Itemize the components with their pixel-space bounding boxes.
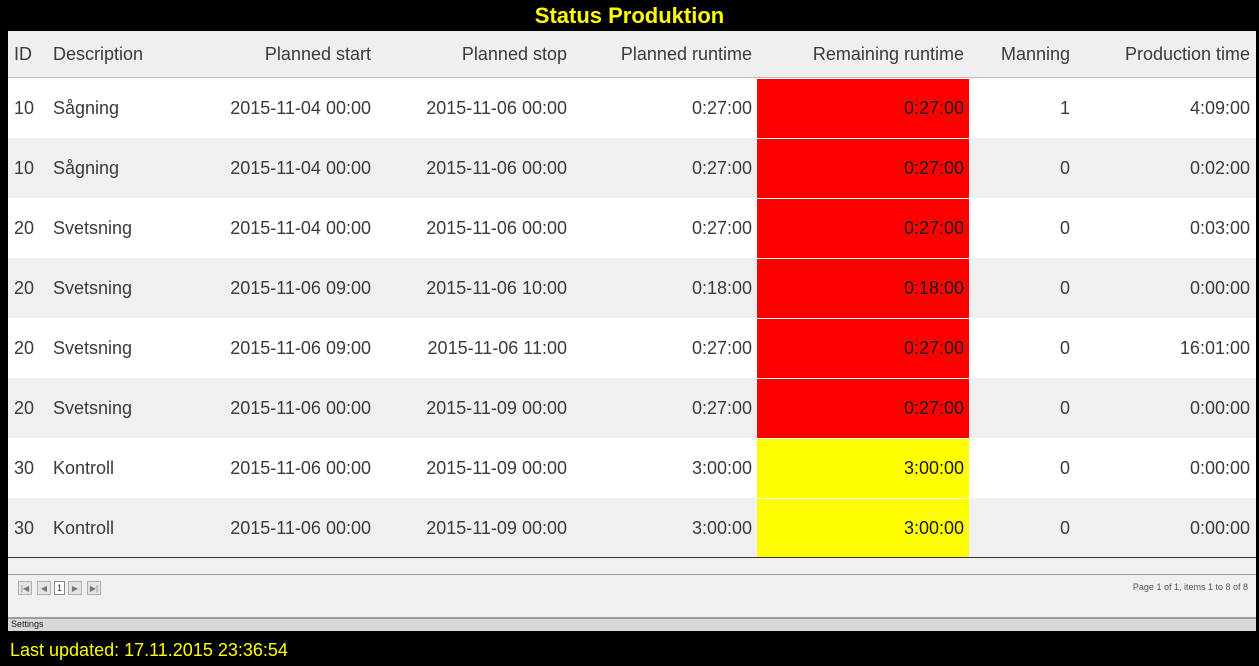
cell-planned-start: 2015-11-06 00:00 — [230, 457, 371, 478]
cell-production-time: 0:00:00 — [1189, 457, 1250, 478]
last-updated: Last updated: 17.11.2015 23:36:54 — [10, 640, 288, 660]
cell-production-time: 0:00:00 — [1189, 517, 1250, 538]
cell-description: Kontroll — [53, 517, 115, 538]
cell-planned-start: 2015-11-04 00:00 — [230, 217, 371, 238]
prev-page-icon[interactable]: ◀ — [37, 581, 51, 595]
cell-planned-stop: 2015-11-06 00:00 — [426, 157, 567, 178]
header-planned-stop[interactable]: Planned stop — [388, 31, 567, 77]
cell-manning: 0 — [1059, 457, 1070, 478]
table-row[interactable]: 20 Svetsning 2015-11-06 09:00 2015-11-06 10… — [8, 258, 1256, 318]
cell-remaining-runtime: 0:27:00 — [757, 198, 969, 258]
cell-production-time: 4:09:00 — [1189, 97, 1250, 118]
cell-manning: 0 — [1059, 337, 1070, 358]
last-page-icon[interactable]: ▶| — [87, 581, 101, 595]
cell-production-time: 0:00:00 — [1189, 397, 1250, 418]
cell-manning: 0 — [1059, 277, 1070, 298]
cell-id: 20 — [14, 337, 35, 358]
header-remaining-runtime[interactable]: Remaining runtime — [757, 31, 969, 77]
table-row[interactable]: 30 Kontroll 2015-11-06 00:00 2015-11-09 00:… — [8, 498, 1256, 558]
grid-header: ID Description Planned start Planned sto… — [8, 31, 1256, 78]
cell-id: 30 — [14, 517, 35, 538]
cell-description: Svetsning — [53, 337, 133, 358]
cell-production-time: 0:03:00 — [1189, 217, 1250, 238]
cell-id: 10 — [14, 97, 35, 118]
cell-remaining-runtime: 0:27:00 — [757, 318, 969, 378]
cell-production-time: 16:01:00 — [1179, 337, 1250, 358]
table-row[interactable]: 20 Svetsning 2015-11-04 00:00 2015-11-06 00… — [8, 198, 1256, 258]
production-grid: ID Description Planned start Planned sto… — [8, 31, 1256, 631]
cell-planned-runtime: 0:27:00 — [691, 337, 752, 358]
header-id[interactable]: ID — [14, 31, 44, 77]
cell-planned-runtime: 3:00:00 — [691, 457, 752, 478]
cell-planned-runtime: 3:00:00 — [691, 517, 752, 538]
cell-production-time: 0:02:00 — [1189, 157, 1250, 178]
cell-production-time: 0:00:00 — [1189, 277, 1250, 298]
cell-id: 20 — [14, 397, 35, 418]
table-row[interactable]: 30 Kontroll 2015-11-06 00:00 2015-11-09 00:… — [8, 438, 1256, 498]
cell-remaining-runtime: 3:00:00 — [757, 498, 969, 558]
settings-bar[interactable]: Settings — [8, 618, 1256, 631]
header-planned-start[interactable]: Planned start — [208, 31, 371, 77]
cell-manning: 0 — [1059, 517, 1070, 538]
cell-id: 20 — [14, 277, 35, 298]
first-page-icon[interactable]: |◀ — [18, 581, 32, 595]
header-manning[interactable]: Manning — [968, 31, 1070, 77]
cell-manning: 0 — [1059, 217, 1070, 238]
cell-planned-stop: 2015-11-09 00:00 — [426, 397, 567, 418]
cell-planned-stop: 2015-11-06 00:00 — [426, 97, 567, 118]
next-page-icon[interactable]: ▶ — [68, 581, 82, 595]
cell-id: 10 — [14, 157, 35, 178]
cell-planned-runtime: 0:27:00 — [691, 397, 752, 418]
table-row[interactable]: 20 Svetsning 2015-11-06 00:00 2015-11-09 00… — [8, 378, 1256, 438]
cell-description: Svetsning — [53, 397, 133, 418]
cell-planned-runtime: 0:27:00 — [691, 97, 752, 118]
cell-planned-stop: 2015-11-06 10:00 — [426, 277, 567, 298]
cell-description: Svetsning — [53, 277, 133, 298]
header-description[interactable]: Description — [53, 31, 213, 77]
cell-description: Sågning — [53, 97, 120, 118]
cell-remaining-runtime: 3:00:00 — [757, 438, 969, 498]
current-page[interactable]: 1 — [54, 581, 65, 595]
cell-description: Kontroll — [53, 457, 115, 478]
cell-description: Svetsning — [53, 217, 133, 238]
cell-planned-stop: 2015-11-06 00:00 — [426, 217, 567, 238]
cell-planned-stop: 2015-11-06 11:00 — [427, 337, 567, 358]
cell-remaining-runtime: 0:27:00 — [757, 138, 969, 198]
cell-manning: 0 — [1059, 157, 1070, 178]
cell-id: 20 — [14, 217, 35, 238]
page-title: Status Produktion — [0, 0, 1259, 31]
cell-remaining-runtime: 0:18:00 — [757, 258, 969, 318]
cell-manning: 1 — [1059, 97, 1070, 118]
pager: |◀ ◀ 1 ▶ ▶| Page 1 of 1, items 1 to 8 of… — [8, 575, 1256, 618]
cell-planned-start: 2015-11-06 00:00 — [230, 517, 371, 538]
cell-planned-stop: 2015-11-09 00:00 — [426, 517, 567, 538]
cell-planned-start: 2015-11-04 00:00 — [230, 97, 371, 118]
cell-remaining-runtime: 0:27:00 — [757, 378, 969, 438]
cell-planned-start: 2015-11-04 00:00 — [230, 157, 371, 178]
cell-description: Sågning — [53, 157, 120, 178]
cell-planned-runtime: 0:27:00 — [691, 157, 752, 178]
pager-info: Page 1 of 1, items 1 to 8 of 8 — [1132, 582, 1248, 592]
header-planned-runtime[interactable]: Planned runtime — [583, 31, 752, 77]
table-row[interactable]: 10 Sågning 2015-11-04 00:00 2015-11-06 00:0… — [8, 138, 1256, 198]
cell-manning: 0 — [1059, 397, 1070, 418]
cell-remaining-runtime: 0:27:00 — [757, 78, 969, 138]
table-row[interactable]: 20 Svetsning 2015-11-06 09:00 2015-11-06 11… — [8, 318, 1256, 378]
cell-planned-start: 2015-11-06 00:00 — [230, 397, 371, 418]
cell-id: 30 — [14, 457, 35, 478]
cell-planned-start: 2015-11-06 09:00 — [230, 337, 371, 358]
grid-filler — [8, 558, 1256, 575]
cell-planned-start: 2015-11-06 09:00 — [230, 277, 371, 298]
table-row[interactable]: 10 Sågning 2015-11-04 00:00 2015-11-06 00:0… — [8, 78, 1256, 138]
cell-planned-runtime: 0:27:00 — [691, 217, 752, 238]
cell-planned-runtime: 0:18:00 — [691, 277, 752, 298]
header-production-time[interactable]: Production time — [1073, 31, 1250, 77]
cell-planned-stop: 2015-11-09 00:00 — [426, 457, 567, 478]
